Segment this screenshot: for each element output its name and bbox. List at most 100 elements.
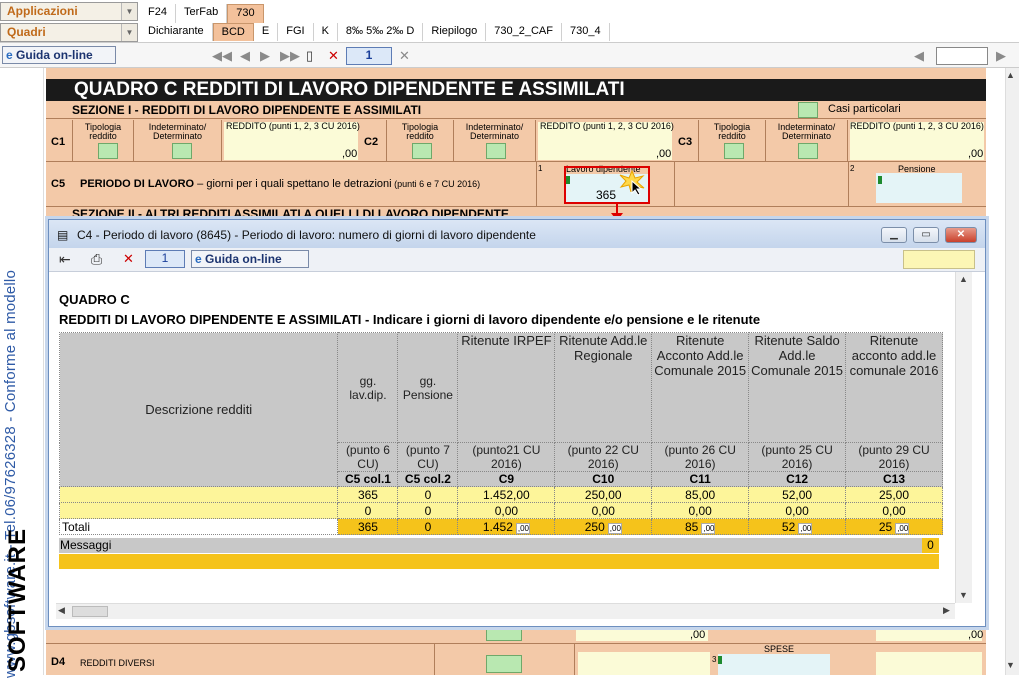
prev-page-icon[interactable]: ◀	[240, 48, 250, 64]
c3-red-label: REDDITO (punti 1, 2, 3 CU 2016)	[850, 121, 984, 131]
yellow-input[interactable]	[578, 652, 710, 675]
col-sub: (punto 6 CU)	[337, 442, 399, 472]
dialog-page-field[interactable]: 1	[145, 250, 185, 268]
dialog-vertical-scrollbar[interactable]: ▲ ▼	[955, 272, 972, 603]
table-row[interactable]: 365 0 1.452,00 250,00 85,00 52,00 25,00	[58, 486, 943, 503]
c3-label: C3	[678, 136, 693, 148]
col3-num: 3	[712, 655, 717, 664]
divider	[536, 162, 537, 206]
dialog-horizontal-scrollbar[interactable]: ◀ ▶	[56, 603, 955, 619]
cell-value[interactable]: 0	[337, 502, 399, 519]
spese-input[interactable]	[718, 654, 830, 675]
scroll-right-icon[interactable]: ▶	[943, 605, 950, 616]
new-page-icon[interactable]: ▯	[306, 48, 313, 64]
next-page-icon[interactable]: ▶	[260, 48, 270, 64]
guida-online-button[interactable]: e Guida on-line	[2, 46, 116, 64]
tab-bcd[interactable]: BCD	[212, 23, 254, 41]
c3-tip-input[interactable]	[724, 143, 744, 159]
c1-tip-input[interactable]	[98, 143, 118, 159]
chevron-down-icon[interactable]: ▼	[121, 3, 137, 20]
tab-fgi[interactable]: FGI	[278, 23, 314, 41]
tab-e[interactable]: E	[254, 23, 279, 41]
table-row[interactable]: 0 0 0,00 0,00 0,00 0,00 0,00	[58, 502, 943, 519]
tab-730[interactable]: 730	[227, 4, 264, 23]
tab-730-4[interactable]: 730_4	[562, 23, 610, 41]
dialog-yellow-field[interactable]	[903, 250, 975, 269]
search-field[interactable]	[936, 47, 988, 65]
zero-value: ,00	[968, 629, 984, 641]
yellow-input[interactable]	[576, 627, 708, 641]
messaggi-area	[59, 554, 939, 569]
dialog-guida-button[interactable]: e Guida on-line	[191, 250, 309, 268]
tab-k[interactable]: K	[314, 23, 338, 41]
first-page-icon[interactable]: ◀◀	[212, 48, 232, 64]
exit-icon[interactable]: ⇤	[59, 251, 71, 268]
globe-icon: e	[195, 252, 202, 266]
c1-ind-input[interactable]	[172, 143, 192, 159]
scroll-down-icon[interactable]: ▼	[1006, 660, 1015, 670]
maximize-button[interactable]: ▭	[913, 227, 939, 243]
cell-value[interactable]: 0,00	[748, 502, 847, 519]
tab-f24[interactable]: F24	[140, 4, 176, 23]
mouse-cursor-icon	[631, 180, 643, 196]
tab-730-2-caf[interactable]: 730_2_CAF	[486, 23, 562, 41]
scroll-left-icon[interactable]: ◀	[914, 48, 924, 64]
delete-icon[interactable]: ✕	[123, 251, 134, 267]
page-number-field[interactable]: 1	[346, 47, 392, 65]
applicazioni-select[interactable]: Applicazioni ▼	[0, 2, 138, 21]
yellow-input[interactable]	[876, 627, 982, 641]
close-button[interactable]: ✕	[945, 227, 977, 243]
cell-value[interactable]: 1.452,00	[457, 486, 556, 503]
col-code: C11	[651, 471, 750, 487]
scroll-left-icon[interactable]: ◀	[58, 605, 65, 616]
minimize-button[interactable]: ▁	[881, 227, 907, 243]
col-header: gg. lav.dip.	[337, 332, 399, 443]
zero-value: ,00	[690, 629, 706, 641]
quadri-label: Quadri	[7, 25, 46, 39]
scroll-up-icon[interactable]: ▲	[959, 274, 968, 284]
chevron-down-icon[interactable]: ▼	[121, 24, 137, 41]
row-desc[interactable]	[58, 502, 339, 519]
cell-value[interactable]: 0	[397, 486, 459, 503]
delete-page-icon[interactable]: ✕	[328, 48, 339, 64]
cell-value[interactable]: 0,00	[457, 502, 556, 519]
cell-value[interactable]: 250,00	[554, 486, 653, 503]
c2-ind-input[interactable]	[486, 143, 506, 159]
pensione-input[interactable]	[876, 173, 962, 203]
cell-value[interactable]: 365	[337, 486, 399, 503]
cell-value[interactable]: 25,00	[845, 486, 943, 503]
tab-dichiarante[interactable]: Dichiarante	[140, 23, 213, 41]
c3-ind-input[interactable]	[798, 143, 818, 159]
cell-value[interactable]: 0,00	[845, 502, 943, 519]
yellow-input[interactable]	[876, 652, 982, 675]
c1-red-label: REDDITO (punti 1, 2, 3 CU 2016)	[226, 121, 360, 131]
tab-otto-per-mille[interactable]: 8‰ 5‰ 2‰ D	[338, 23, 424, 41]
cell-value[interactable]: 85,00	[651, 486, 750, 503]
col-sub: (punto 26 CU 2016)	[651, 442, 750, 472]
redditi-diversi-label: REDDITI DIVERSI	[80, 658, 155, 668]
quadri-select[interactable]: Quadri ▼	[0, 23, 138, 42]
cancel-icon[interactable]: ✕	[399, 48, 410, 64]
flag-marker	[718, 656, 722, 664]
cell-value[interactable]: 0	[397, 502, 459, 519]
print-icon[interactable]: ⎙	[91, 251, 102, 268]
divider	[574, 643, 575, 675]
green-input[interactable]	[486, 655, 522, 673]
tab-terfab[interactable]: TerFab	[176, 4, 228, 23]
main-vertical-scrollbar[interactable]	[1005, 68, 1019, 675]
scroll-up-icon[interactable]: ▲	[1006, 70, 1015, 80]
c2-tip-input[interactable]	[412, 143, 432, 159]
last-page-icon[interactable]: ▶▶	[280, 48, 300, 64]
green-input[interactable]	[486, 627, 522, 641]
tab-riepilogo[interactable]: Riepilogo	[423, 23, 487, 41]
casi-particolari-box[interactable]	[798, 102, 818, 118]
scroll-thumb[interactable]	[72, 606, 108, 617]
cell-value[interactable]: 52,00	[748, 486, 847, 503]
cell-value[interactable]: 0,00	[554, 502, 653, 519]
form-title: QUADRO C REDDITI DI LAVORO DIPENDENTE E …	[46, 79, 986, 101]
row-desc[interactable]	[58, 486, 339, 503]
decimal-box: ,00	[895, 522, 910, 534]
scroll-down-icon[interactable]: ▼	[959, 590, 968, 600]
cell-value[interactable]: 0,00	[651, 502, 750, 519]
scroll-right-icon[interactable]: ▶	[996, 48, 1006, 64]
